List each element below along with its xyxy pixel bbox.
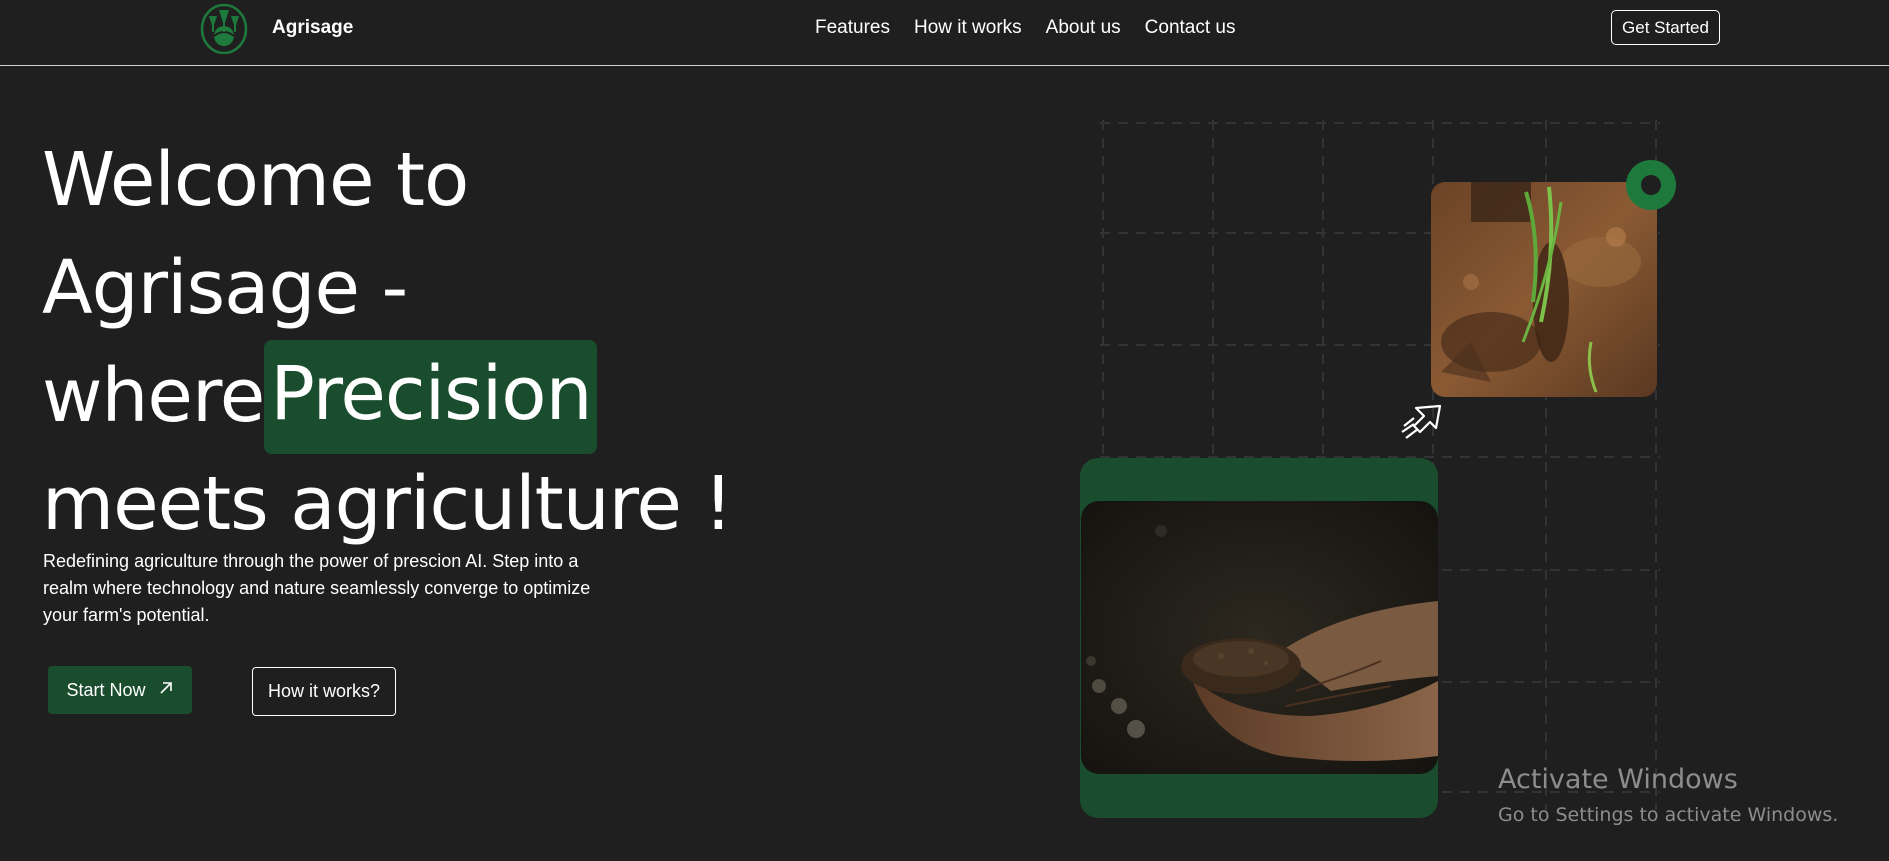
nav-link-features[interactable]: Features (815, 17, 890, 39)
landing-page: Agrisage Features How it works About us … (0, 0, 1889, 861)
agrisage-logo-icon[interactable] (199, 2, 249, 55)
get-started-button[interactable]: Get Started (1611, 10, 1720, 45)
activate-windows-title: Activate Windows (1498, 764, 1738, 795)
hero-title: Welcome to Agrisage - wherePrecision mee… (42, 126, 762, 558)
arrow-up-right-icon (158, 680, 174, 701)
hero-title-line-4: meets agriculture ! (42, 461, 733, 547)
hero-title-line-1: Welcome to (42, 137, 469, 223)
start-now-button[interactable]: Start Now (48, 666, 192, 714)
brand-name[interactable]: Agrisage (272, 17, 353, 39)
nav-link-how-it-works[interactable]: How it works (914, 17, 1022, 39)
hero-title-line-2: Agrisage - (42, 245, 408, 331)
hero-title-line-3: wherePrecision (42, 340, 762, 454)
hero-description: Redefining agriculture through the power… (43, 551, 591, 625)
hero-title-highlight: Precision (264, 340, 598, 454)
hero-title-where: where (42, 353, 265, 439)
start-now-label: Start Now (66, 679, 146, 700)
navbar: Agrisage Features How it works About us … (0, 0, 1889, 66)
green-ring-decoration (1626, 160, 1676, 210)
nav-link-contact-us[interactable]: Contact us (1145, 17, 1236, 39)
hand-pointer-icon (1400, 398, 1444, 440)
hands-holding-soil-photo (1081, 501, 1438, 774)
nav-link-about-us[interactable]: About us (1046, 17, 1121, 39)
seedling-soil-photo (1431, 182, 1657, 397)
how-it-works-button[interactable]: How it works? (252, 667, 396, 716)
activate-windows-subtitle: Go to Settings to activate Windows. (1498, 804, 1839, 826)
nav-links: Features How it works About us Contact u… (815, 17, 1236, 39)
